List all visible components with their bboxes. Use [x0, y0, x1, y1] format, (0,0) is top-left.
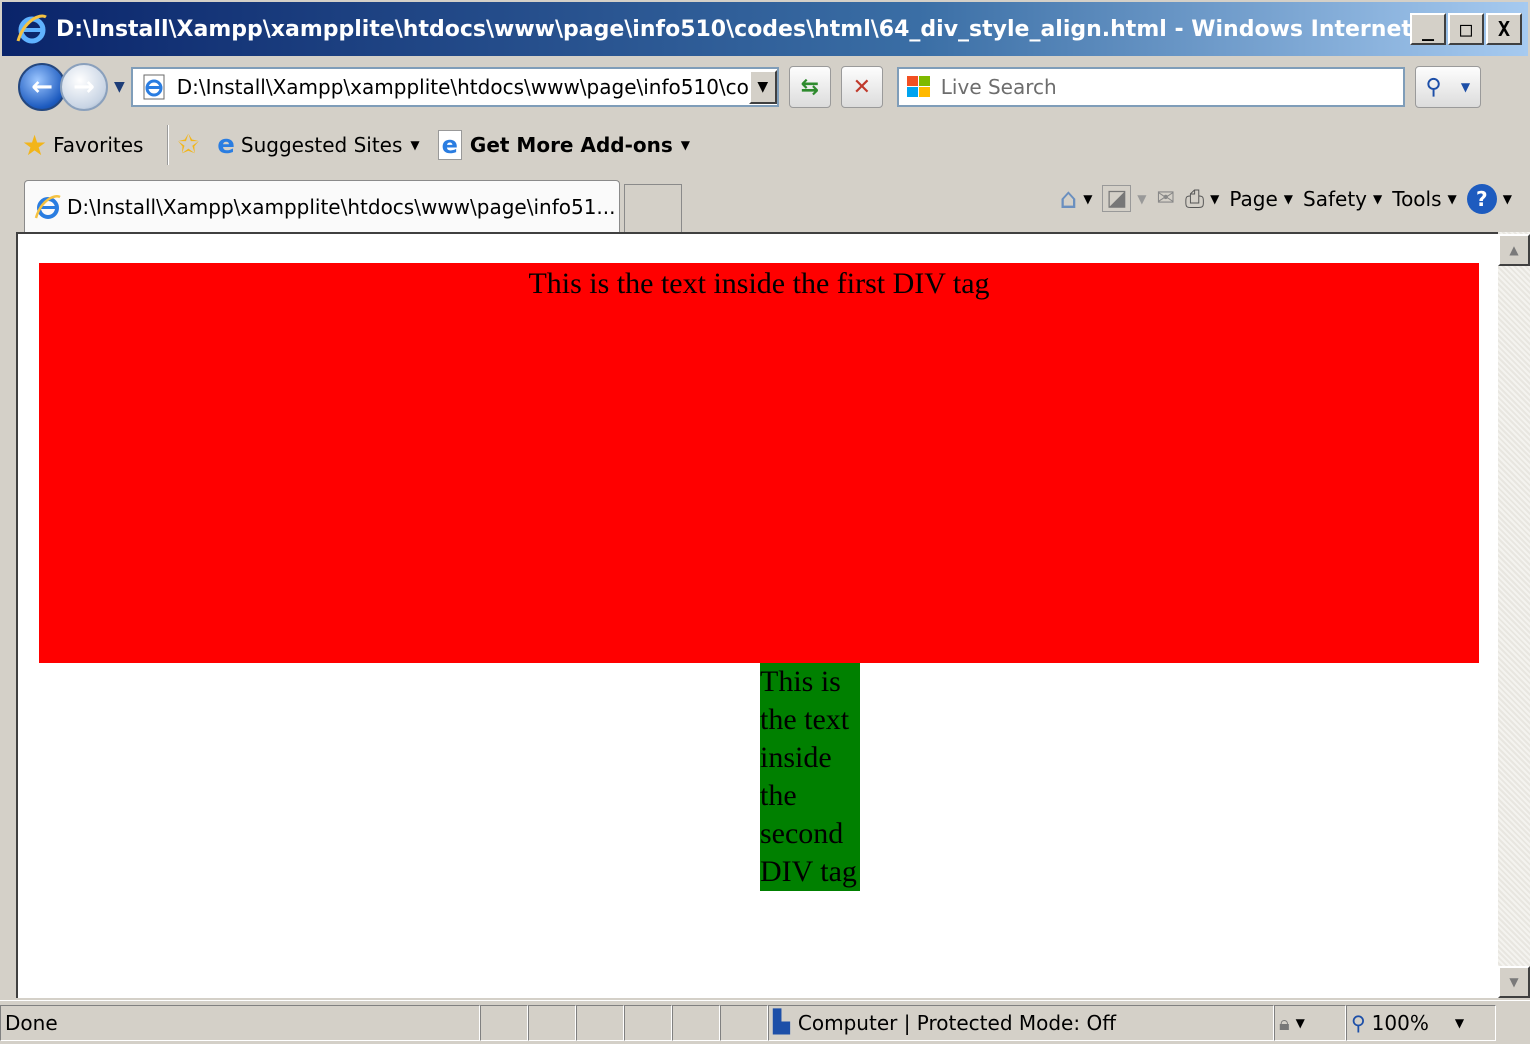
- suggested-sites-button[interactable]: e Suggested Sites ▼: [217, 130, 419, 160]
- print-button[interactable]: ⎙ ▼: [1185, 185, 1219, 213]
- safety-menu[interactable]: Safety ▼: [1303, 187, 1382, 211]
- help-button[interactable]: ? ▼: [1466, 183, 1512, 214]
- printer-icon: ⎙: [1184, 184, 1205, 213]
- maximize-button[interactable]: □: [1448, 13, 1484, 45]
- mail-icon: ✉: [1156, 186, 1175, 211]
- vertical-scrollbar[interactable]: ▲ ▼: [1498, 232, 1530, 998]
- tab-ie-icon: [34, 194, 61, 219]
- status-pane: [672, 1004, 720, 1041]
- refresh-button[interactable]: ⇆: [788, 66, 831, 108]
- divider: [167, 125, 170, 165]
- page-content: This is the text inside the first DIV ta…: [16, 232, 1498, 998]
- status-text: Done: [0, 1004, 480, 1041]
- first-div: This is the text inside the first DIV ta…: [39, 263, 1479, 663]
- status-pane: [480, 1004, 528, 1041]
- addons-page-ie-icon: e: [437, 130, 462, 160]
- chevron-down-icon: ▼: [1083, 191, 1093, 206]
- address-bar[interactable]: D:\Install\Xampp\xampplite\htdocs\www\pa…: [130, 67, 779, 107]
- close-button[interactable]: X: [1486, 13, 1522, 45]
- read-mail-button[interactable]: ✉: [1157, 186, 1175, 211]
- page-menu[interactable]: Page ▼: [1229, 187, 1293, 211]
- lock-icon: 🔒︎: [1279, 1010, 1290, 1035]
- back-button[interactable]: ←: [18, 63, 66, 111]
- tab-label: D:\Install\Xampp\xampplite\htdocs\www\pa…: [67, 194, 616, 219]
- status-pane: [576, 1004, 624, 1041]
- chevron-down-icon: ▼: [680, 138, 690, 152]
- magnifier-icon: ⚲: [1425, 74, 1442, 100]
- recent-pages-dropdown-icon[interactable]: ▼: [114, 79, 125, 95]
- stop-button[interactable]: ✕: [840, 66, 883, 108]
- chevron-down-icon: ▼: [757, 79, 769, 95]
- chevron-down-icon: ▼: [1137, 191, 1147, 206]
- stop-icon: ✕: [852, 74, 871, 100]
- favorites-button[interactable]: ★ Favorites: [22, 129, 143, 162]
- zoom-button[interactable]: ⚲ 100% ▼: [1346, 1004, 1496, 1041]
- back-arrow-icon: ←: [31, 72, 53, 102]
- title-bar: D:\Install\Xampp\xampplite\htdocs\www\pa…: [0, 0, 1530, 58]
- chevron-down-icon: ▼: [1210, 191, 1220, 206]
- feeds-button[interactable]: ◪ ▼: [1102, 185, 1147, 212]
- favorites-bar: ★ Favorites ✩ e Suggested Sites ▼ e Get …: [0, 116, 1530, 174]
- zoom-magnifier-icon: ⚲: [1351, 1010, 1366, 1035]
- second-div: This is the text inside the second DIV t…: [760, 663, 860, 891]
- chevron-down-icon: ▼: [1295, 1015, 1305, 1030]
- tools-menu-label: Tools: [1392, 186, 1442, 211]
- new-tab-button[interactable]: [624, 184, 682, 232]
- command-bar: ⌂ ▼ ◪ ▼ ✉ ⎙ ▼ Page ▼ Safety ▼ Tools ▼ ? …: [1059, 182, 1512, 215]
- pop-up-blocker-button[interactable]: 🔒︎ ▼: [1274, 1004, 1346, 1041]
- help-icon: ?: [1466, 183, 1497, 214]
- window-title: D:\Install\Xampp\xampplite\htdocs\www\pa…: [56, 16, 1410, 42]
- computer-icon: ▙: [773, 1010, 790, 1035]
- favorites-star-icon: ★: [22, 128, 48, 162]
- status-pane: [528, 1004, 576, 1041]
- suggested-sites-ie-icon: e: [217, 130, 235, 160]
- security-zone[interactable]: ▙ Computer | Protected Mode: Off: [768, 1004, 1274, 1041]
- chevron-down-icon: ▼: [1373, 191, 1383, 206]
- live-search-icon: [906, 76, 930, 97]
- status-pane: [624, 1004, 672, 1041]
- scroll-down-button[interactable]: ▼: [1498, 966, 1530, 998]
- favorites-label: Favorites: [53, 133, 144, 157]
- home-button[interactable]: ⌂ ▼: [1059, 182, 1092, 215]
- chevron-down-icon: ▼: [1454, 1015, 1465, 1030]
- refresh-icon: ⇆: [800, 74, 819, 100]
- get-more-addons-button[interactable]: e Get More Add-ons ▼: [437, 130, 690, 160]
- search-options-chevron-icon[interactable]: ▼: [1461, 80, 1470, 94]
- search-box[interactable]: Live Search: [896, 67, 1405, 107]
- suggested-sites-label: Suggested Sites: [240, 133, 403, 157]
- safety-menu-label: Safety: [1303, 186, 1368, 211]
- security-zone-label: Computer | Protected Mode: Off: [797, 1010, 1116, 1035]
- chevron-down-icon: ▼: [410, 138, 420, 152]
- home-icon: ⌂: [1059, 182, 1078, 215]
- address-dropdown-button[interactable]: ▼: [748, 70, 777, 104]
- chevron-up-icon: ▲: [1509, 243, 1519, 257]
- address-row: ← → ▼ D:\Install\Xampp\xampplite\htdocs\…: [0, 58, 1530, 116]
- page-ie-icon: [143, 74, 165, 100]
- forward-arrow-icon: →: [73, 72, 95, 102]
- status-pane: [720, 1004, 768, 1041]
- page-menu-label: Page: [1229, 186, 1278, 211]
- scroll-up-button[interactable]: ▲: [1498, 234, 1530, 266]
- chevron-down-icon: ▼: [1509, 975, 1519, 989]
- minimize-button[interactable]: _: [1410, 13, 1446, 45]
- add-to-favorites-bar-button[interactable]: ✩: [177, 130, 199, 160]
- ie-logo-icon: [16, 14, 47, 44]
- chevron-down-icon: ▼: [1283, 191, 1294, 206]
- forward-button[interactable]: →: [60, 63, 108, 111]
- search-button[interactable]: ⚲ ▼: [1414, 66, 1481, 108]
- chevron-down-icon: ▼: [1502, 191, 1512, 206]
- tab-row: D:\Install\Xampp\xampplite\htdocs\www\pa…: [0, 174, 1530, 232]
- get-more-addons-label: Get More Add-ons: [469, 133, 673, 157]
- chevron-down-icon: ▼: [1447, 191, 1457, 206]
- search-input[interactable]: Live Search: [941, 75, 1057, 99]
- rss-feed-icon: ◪: [1102, 185, 1132, 212]
- tools-menu[interactable]: Tools ▼: [1392, 187, 1457, 211]
- status-bar: Done ▙ Computer | Protected Mode: Off 🔒︎…: [0, 1000, 1530, 1044]
- tab-active[interactable]: D:\Install\Xampp\xampplite\htdocs\www\pa…: [24, 180, 620, 232]
- address-input[interactable]: D:\Install\Xampp\xampplite\htdocs\www\pa…: [177, 75, 749, 99]
- add-favorite-star-icon: ✩: [177, 130, 200, 160]
- zoom-level: 100%: [1371, 1010, 1429, 1035]
